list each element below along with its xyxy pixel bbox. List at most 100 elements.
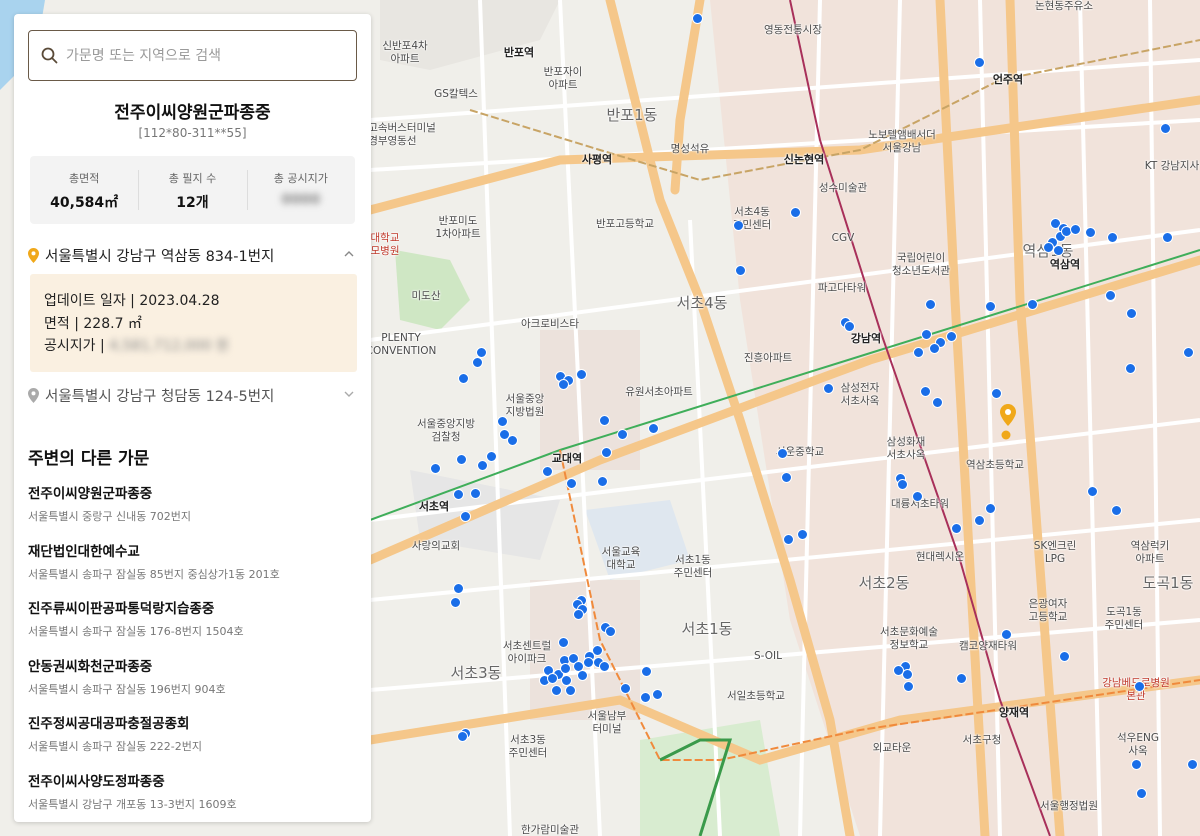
parcel-marker[interactable] [955, 672, 967, 684]
parcel-marker[interactable] [902, 680, 914, 692]
parcel-marker[interactable] [920, 328, 932, 340]
parcel-marker[interactable] [640, 665, 652, 677]
parcel-marker[interactable] [973, 514, 985, 526]
parcel-marker[interactable] [1106, 231, 1118, 243]
parcel-marker[interactable] [457, 372, 469, 384]
parcel-marker[interactable] [559, 662, 571, 674]
parcel-marker[interactable] [541, 465, 553, 477]
parcel-marker[interactable] [928, 342, 940, 354]
nearby-clan-item[interactable]: 진주류씨이판공파통덕랑지습종중 서울특별시 송파구 잠실동 176-8번지 15… [28, 597, 357, 655]
parcel-marker[interactable] [546, 672, 558, 684]
parcel-marker[interactable] [496, 415, 508, 427]
parcel-marker[interactable] [911, 490, 923, 502]
parcel-marker[interactable] [843, 320, 855, 332]
parcel-marker[interactable] [604, 625, 616, 637]
parcel-marker[interactable] [550, 684, 562, 696]
parcel-marker[interactable] [789, 206, 801, 218]
parcel-marker[interactable] [1186, 758, 1198, 770]
parcel-marker[interactable] [647, 422, 659, 434]
parcel-marker[interactable] [452, 488, 464, 500]
parcel-marker[interactable] [691, 12, 703, 24]
chevron-down-icon[interactable] [343, 388, 355, 400]
map-poi-label: 현대렉시온 [915, 551, 965, 563]
parcel-marker[interactable] [782, 533, 794, 545]
parcel-marker[interactable] [476, 459, 488, 471]
parcel-marker[interactable] [984, 502, 996, 514]
parcel-marker[interactable] [1125, 307, 1137, 319]
parcel-marker[interactable] [471, 356, 483, 368]
parcel-marker[interactable] [892, 664, 904, 676]
parcel-marker[interactable] [1159, 122, 1171, 134]
parcel-marker[interactable] [1086, 485, 1098, 497]
nearby-clan-item[interactable]: 전주이씨사양도정파종중 서울특별시 강남구 개포동 13-3번지 1609호 [28, 770, 357, 823]
parcel-marker[interactable] [912, 346, 924, 358]
parcel-marker[interactable] [560, 674, 572, 686]
parcel-marker[interactable] [1135, 787, 1147, 799]
parcel-marker[interactable] [973, 56, 985, 68]
parcel-marker[interactable] [780, 471, 792, 483]
parcel-marker[interactable] [557, 378, 569, 390]
parcel-marker[interactable] [429, 462, 441, 474]
parcel-marker[interactable] [469, 487, 481, 499]
parcel-marker[interactable] [945, 330, 957, 342]
parcel-marker[interactable] [1042, 241, 1054, 253]
parcel-marker[interactable] [576, 669, 588, 681]
parcel-marker[interactable] [455, 453, 467, 465]
parcel-marker[interactable] [616, 428, 628, 440]
parcel-marker[interactable] [732, 219, 744, 231]
parcel-marker[interactable] [452, 582, 464, 594]
parcel-marker[interactable] [449, 596, 461, 608]
parcel-marker[interactable] [639, 691, 651, 703]
address-accordion-1[interactable]: 서울특별시 강남구 역삼동 834-1번지 [28, 243, 357, 267]
parcel-marker[interactable] [485, 450, 497, 462]
parcel-marker[interactable] [475, 346, 487, 358]
parcel-marker[interactable] [984, 300, 996, 312]
nearby-clan-item[interactable]: 진주정씨공대공파충절공종회 서울특별시 송파구 잠실동 222-2번지 [28, 712, 357, 770]
parcel-marker[interactable] [459, 510, 471, 522]
parcel-marker[interactable] [1104, 289, 1116, 301]
parcel-marker[interactable] [776, 447, 788, 459]
parcel-marker[interactable] [990, 387, 1002, 399]
parcel-marker[interactable] [1124, 362, 1136, 374]
parcel-marker[interactable] [600, 446, 612, 458]
parcel-marker[interactable] [796, 528, 808, 540]
address-accordion-2[interactable]: 서울특별시 강남구 청담동 124-5번지 [28, 383, 357, 407]
parcel-marker[interactable] [557, 636, 569, 648]
parcel-marker[interactable] [1182, 346, 1194, 358]
parcel-marker[interactable] [598, 414, 610, 426]
parcel-marker[interactable] [565, 477, 577, 489]
parcel-marker[interactable] [1026, 298, 1038, 310]
chevron-up-icon[interactable] [343, 248, 355, 260]
parcel-marker[interactable] [1130, 758, 1142, 770]
parcel-marker[interactable] [1069, 223, 1081, 235]
parcel-marker[interactable] [456, 730, 468, 742]
parcel-marker[interactable] [1084, 226, 1096, 238]
parcel-marker[interactable] [822, 382, 834, 394]
parcel-marker[interactable] [1161, 231, 1173, 243]
parcel-marker[interactable] [1110, 504, 1122, 516]
parcel-marker[interactable] [498, 428, 510, 440]
parcel-marker[interactable] [924, 298, 936, 310]
parcel-marker[interactable] [564, 684, 576, 696]
parcel-marker[interactable] [931, 396, 943, 408]
parcel-marker[interactable] [919, 385, 931, 397]
parcel-marker[interactable] [598, 660, 610, 672]
parcel-marker[interactable] [651, 688, 663, 700]
parcel-marker[interactable] [1052, 244, 1064, 256]
parcel-marker[interactable] [1058, 650, 1070, 662]
parcel-marker[interactable] [1133, 680, 1145, 692]
search-input[interactable] [66, 47, 336, 64]
nearby-clan-item[interactable]: 안동권씨화천군파종중 서울특별시 송파구 잠실동 196번지 904호 [28, 655, 357, 713]
parcel-marker[interactable] [950, 522, 962, 534]
parcel-marker[interactable] [734, 264, 746, 276]
nearby-clan-item[interactable]: 재단법인대한예수교 서울특별시 송파구 잠실동 85번지 중심상가1동 201호 [28, 540, 357, 598]
parcel-marker[interactable] [582, 656, 594, 668]
nearby-clan-item[interactable]: 전주이씨양원군파종중 서울특별시 중랑구 신내동 702번지 [28, 482, 357, 540]
parcel-marker[interactable] [575, 368, 587, 380]
parcel-marker[interactable] [1000, 628, 1012, 640]
parcel-marker[interactable] [596, 475, 608, 487]
search-bar[interactable] [28, 30, 357, 81]
parcel-marker[interactable] [572, 608, 584, 620]
parcel-marker[interactable] [896, 478, 908, 490]
parcel-marker[interactable] [619, 682, 631, 694]
